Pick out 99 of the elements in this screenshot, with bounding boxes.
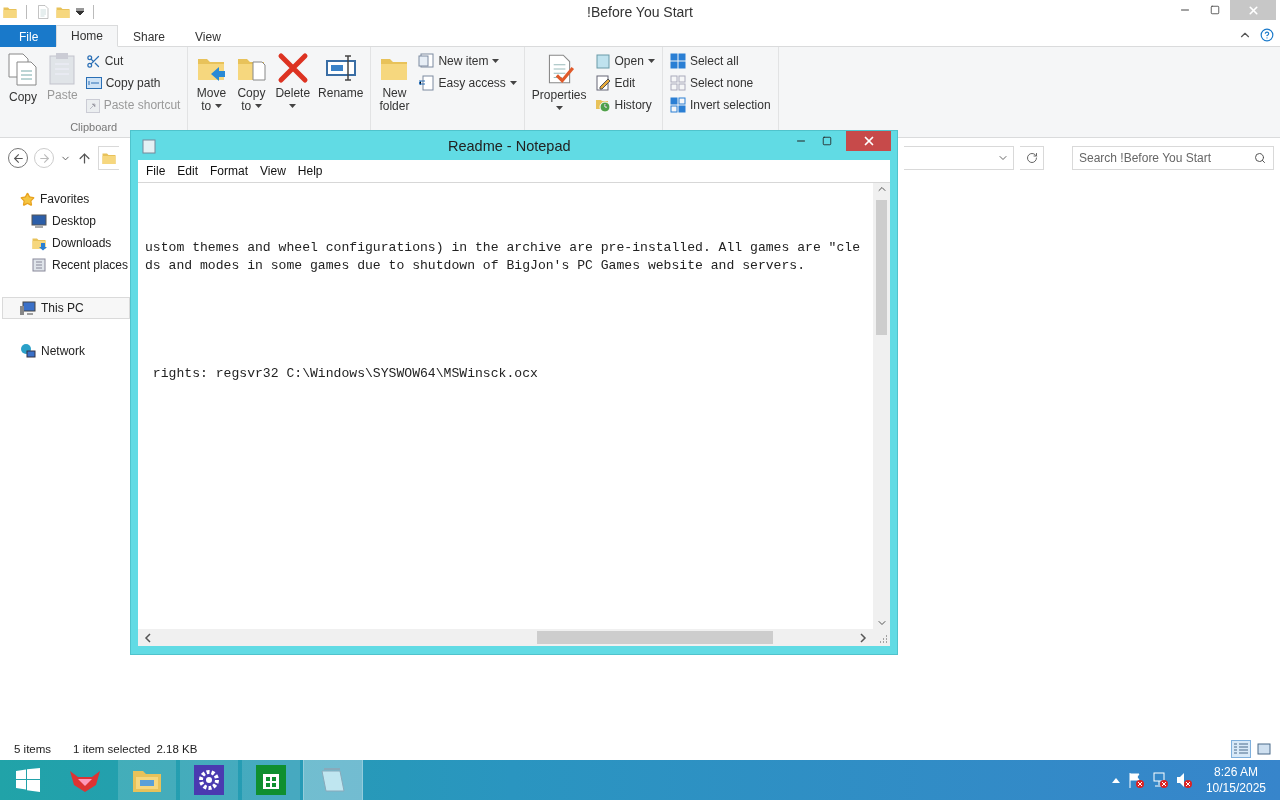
item-count: 5 items [14, 743, 52, 755]
notepad-icon [142, 137, 156, 154]
refresh-button[interactable] [1020, 146, 1044, 170]
notepad-icon [318, 765, 348, 795]
ribbon-tab[interactable]: View [180, 25, 236, 47]
ribbon-button[interactable]: Properties [528, 50, 590, 121]
search-icon[interactable] [1254, 152, 1266, 164]
up-button[interactable] [77, 150, 92, 166]
clipboard-icon [47, 52, 78, 86]
maximize-icon [1210, 5, 1220, 15]
nav-item[interactable]: This PC [2, 297, 130, 319]
menu-item[interactable]: Help [291, 161, 329, 181]
nav-item[interactable]: Favorites [0, 188, 130, 210]
scrollbar-thumb[interactable] [537, 631, 773, 644]
ribbon-button[interactable]: Move to [192, 50, 231, 121]
close-button[interactable] [846, 131, 891, 151]
speaker-icon[interactable] [1175, 772, 1192, 788]
ribbon-button[interactable]: Delete [272, 50, 314, 121]
ribbon-button[interactable]: New folder [375, 50, 414, 121]
selection-info: 1 item selected [73, 743, 151, 755]
shopping-bag-icon [256, 765, 286, 795]
selection-size: 2.18 KB [156, 743, 198, 755]
network-icon [20, 343, 36, 359]
nav-item[interactable]: Recent places [0, 254, 130, 276]
monitor-icon [31, 214, 47, 228]
ribbon-button[interactable]: Copy path [82, 72, 184, 94]
window-title: Readme - Notepad [448, 137, 571, 154]
ribbon-button[interactable]: Easy access [415, 72, 520, 94]
arrow-right-icon [37, 151, 51, 165]
taskbar-app[interactable] [180, 760, 238, 800]
clock[interactable]: 8:26 AM 10/15/2025 [1205, 764, 1266, 796]
text-line: rights: regsvr32 C:\Windows\SYSWOW64\MSWinsck.ocx [151, 365, 538, 383]
invert-selection-icon [669, 97, 686, 113]
gear-icon [194, 765, 224, 795]
window-title: !Before You Start [587, 4, 693, 20]
select-all-icon [669, 53, 686, 69]
show-hidden-icons-button[interactable] [1111, 777, 1120, 783]
nav-item[interactable]: Desktop [0, 210, 130, 232]
taskbar-app[interactable] [242, 760, 300, 800]
ribbon-button[interactable]: Cut [82, 50, 184, 72]
search-field[interactable]: Search !Before You Start [1072, 146, 1274, 170]
notepad-icon [594, 53, 611, 69]
ribbon-button[interactable]: History [591, 94, 658, 116]
select-none-icon [669, 75, 686, 91]
help-icon[interactable] [1260, 28, 1274, 42]
windows-logo-icon [16, 768, 40, 792]
ribbon-button[interactable]: Copy [4, 50, 42, 121]
close-icon [1246, 3, 1260, 17]
history-icon [594, 97, 611, 113]
ribbon-button[interactable]: Edit [591, 72, 658, 94]
nav-item[interactable]: Downloads [0, 232, 130, 254]
properties-icon [35, 4, 51, 20]
arrow-left-icon [11, 151, 25, 165]
menu-item[interactable]: Format [204, 161, 255, 181]
scroll-left-icon[interactable] [142, 631, 154, 644]
computer-icon [20, 300, 36, 316]
easy-access-icon [418, 75, 435, 91]
scrollbar-thumb[interactable] [876, 200, 887, 335]
vertical-scrollbar[interactable] [873, 183, 890, 629]
delete-icon [276, 52, 309, 84]
address-field[interactable] [98, 146, 119, 170]
ribbon-button[interactable]: Copy to [232, 50, 271, 121]
flag-icon[interactable] [1127, 772, 1144, 788]
copy-icon [7, 52, 39, 88]
refresh-icon [1025, 152, 1038, 164]
recent-places-icon [31, 257, 47, 273]
edit-icon [594, 75, 611, 91]
path-icon [85, 76, 102, 90]
rename-icon [324, 52, 357, 84]
menu-item[interactable]: File [140, 161, 172, 181]
maximize-icon [822, 136, 832, 146]
scroll-right-icon[interactable] [857, 631, 869, 644]
menu-item[interactable]: Edit [171, 161, 205, 181]
menu-item[interactable]: View [254, 161, 292, 181]
scissors-icon [85, 53, 101, 69]
ribbon-button[interactable]: Invert selection [666, 94, 774, 116]
ribbon-button[interactable]: Select all [666, 50, 774, 72]
new-item-icon [418, 53, 435, 69]
ribbon-tab[interactable]: Home [56, 25, 118, 47]
address-dropdown-button[interactable] [904, 146, 1014, 170]
text-line: ustom themes and wheel configurations) in the archive are pre-installed. All games are "cle [145, 239, 861, 257]
horizontal-scrollbar[interactable] [138, 629, 873, 646]
view-button[interactable] [1231, 740, 1251, 758]
star-icon [20, 191, 35, 207]
large-icons-view-icon [1257, 743, 1271, 755]
shortcut-icon [85, 97, 100, 113]
text-line: ds and modes in some games due to shutdown of BigJon's PC Games website and servers. [145, 257, 806, 275]
network-icon[interactable] [1151, 772, 1168, 788]
caret-icon[interactable] [75, 7, 85, 17]
view-button[interactable] [1254, 740, 1274, 758]
ribbon-tab[interactable]: Share [118, 25, 181, 47]
details-view-icon [1234, 743, 1248, 755]
ribbon-button[interactable]: Rename [315, 50, 367, 121]
ribbon-button[interactable]: Select none [666, 72, 774, 94]
group-label: Clipboard [69, 121, 119, 135]
ribbon-button[interactable]: Open [591, 50, 658, 72]
ribbon-button[interactable]: New item [415, 50, 520, 72]
file-menu-button[interactable]: File [0, 25, 56, 47]
nav-item[interactable]: Network [0, 340, 130, 362]
